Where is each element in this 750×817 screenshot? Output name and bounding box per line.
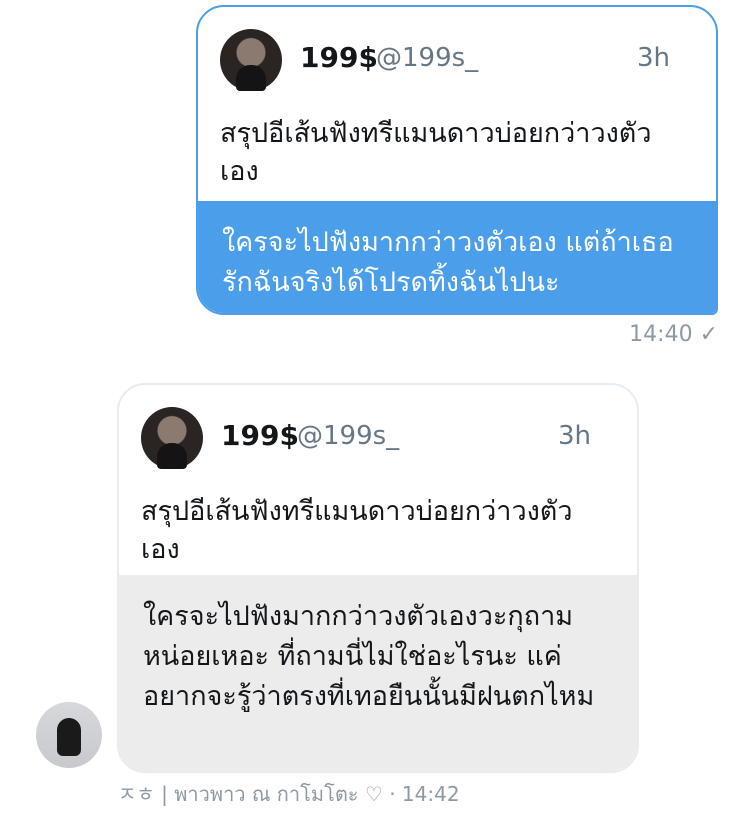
tweet-text: สรุปอีเส้นฟังทรีแมนดาวบ่อยกว่าวงตัวเอง xyxy=(220,118,652,187)
tweet-header: 199$ @199s_ 3h xyxy=(141,407,615,471)
tweet-handle: @199s_ xyxy=(376,43,479,73)
outgoing-message[interactable]: 199$ @199s_ 3h สรุปอีเส้นฟังทรีแมนดาวบ่อ… xyxy=(196,5,718,315)
tweet-avatar xyxy=(141,407,203,469)
incoming-message[interactable]: 199$ @199s_ 3h สรุปอีเส้นฟังทรีแมนดาวบ่อ… xyxy=(117,383,639,773)
outgoing-reply-text: ใครจะไปฟังมากกว่าวงตัวเอง แต่ถ้าเธอรักฉั… xyxy=(198,201,716,313)
tweet-name: 199$ xyxy=(221,419,299,452)
incoming-reply-text: ใครจะไปฟังมากกว่าวงตัวเองวะกุถามหน่อยเหอ… xyxy=(119,575,637,771)
tweet-header: 199$ @199s_ 3h xyxy=(220,29,694,93)
tweet-handle: @199s_ xyxy=(297,421,400,451)
sender-line: ㅈㅎ | พาวพาว ณ กาโมโตะ ♡ · 14:42 xyxy=(118,782,460,806)
tweet-time: 3h xyxy=(636,43,670,73)
sender-avatar[interactable] xyxy=(36,702,102,768)
tweet-text: สรุปอีเส้นฟังทรีแมนดาวบ่อยกว่าวงตัวเอง xyxy=(141,496,573,565)
outgoing-timestamp: 14:40 ✓ xyxy=(629,322,718,347)
tweet-avatar xyxy=(220,29,282,91)
tweet-time: 3h xyxy=(557,421,591,451)
tweet-name: 199$ xyxy=(300,41,378,74)
